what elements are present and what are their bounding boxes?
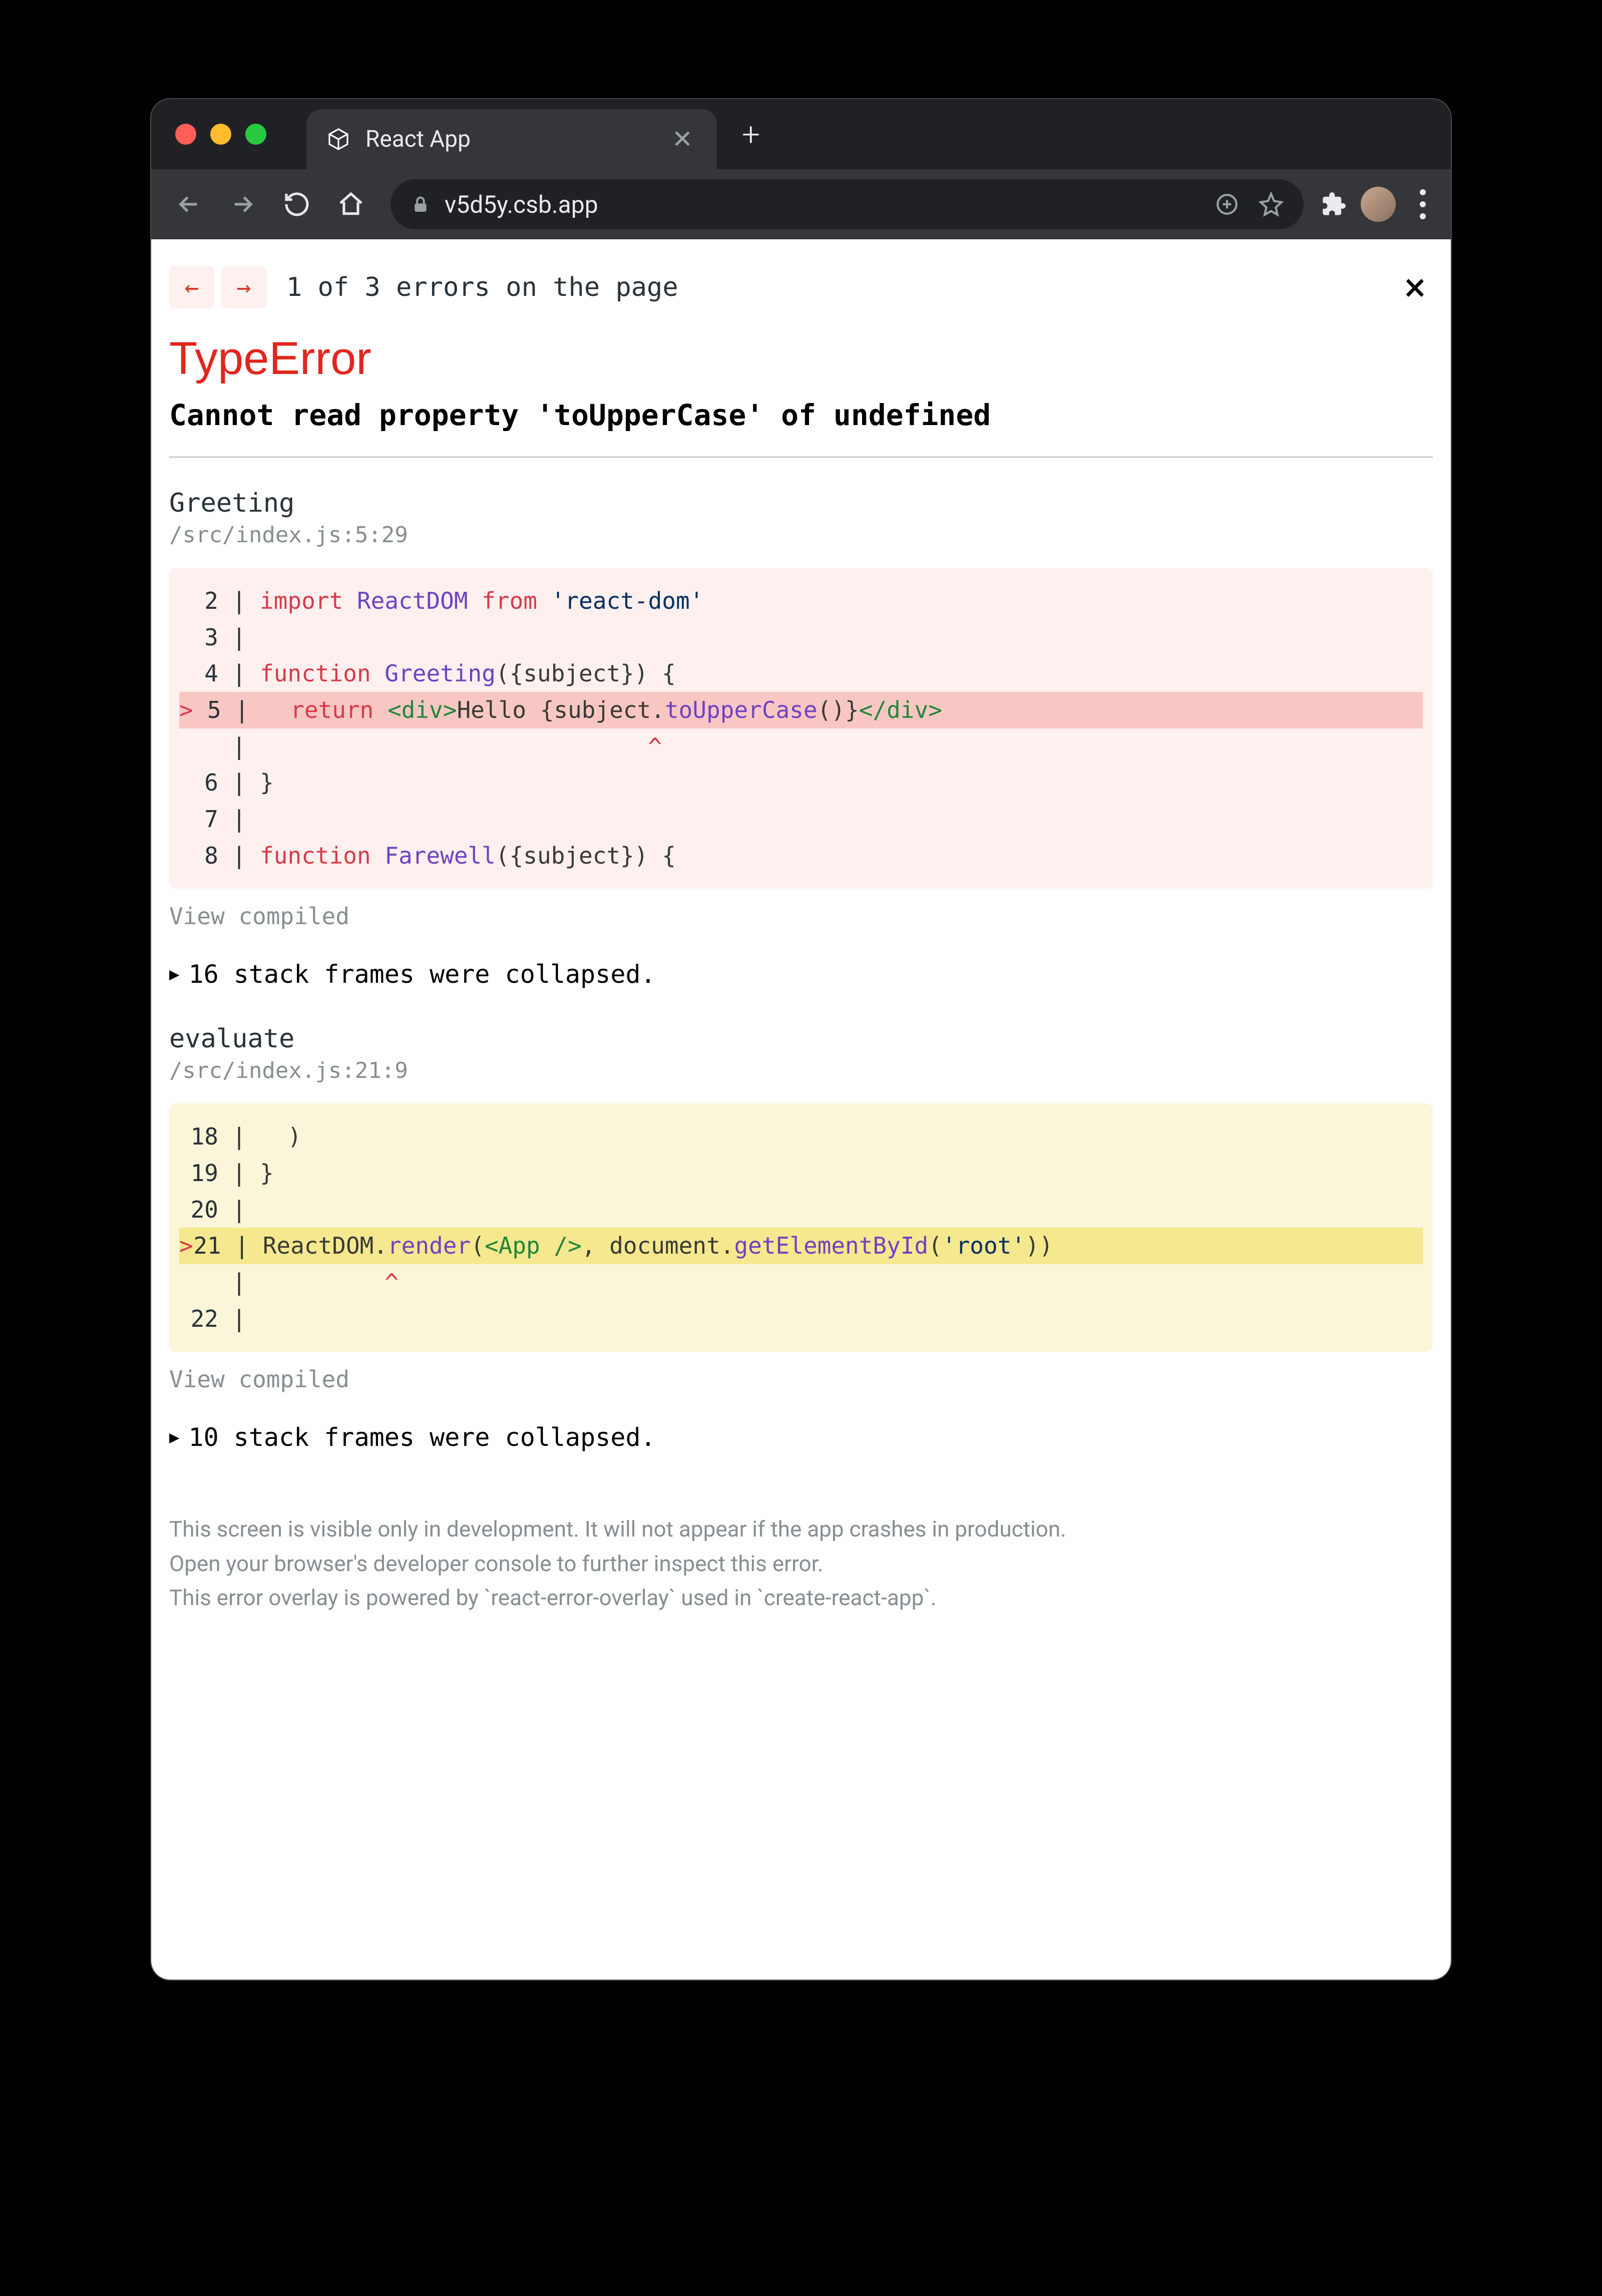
window-zoom-button[interactable] (245, 124, 266, 145)
url-text: v5d5y.csb.app (445, 190, 598, 219)
next-error-button[interactable]: → (221, 266, 266, 308)
frame-function-name: evaluate (169, 1024, 1433, 1054)
code-frame-warning: 18 | ) 19 | } 20 | >21 | ReactDOM.render… (169, 1103, 1433, 1352)
overlay-footer: This screen is visible only in developme… (151, 1487, 1451, 1615)
collapsed-frames-text: 16 stack frames were collapsed. (188, 960, 655, 989)
back-button[interactable] (166, 182, 211, 227)
error-overlay-header: ← → 1 of 3 errors on the page × (151, 239, 1451, 317)
titlebar: React App ✕ + (151, 99, 1451, 169)
lock-icon (411, 194, 431, 214)
collapsed-frames-toggle[interactable]: ▶ 16 stack frames were collapsed. (169, 960, 1433, 989)
footer-line: This screen is visible only in developme… (169, 1512, 1433, 1546)
profile-avatar[interactable] (1361, 187, 1396, 222)
frame-function-name: Greeting (169, 488, 1433, 518)
home-button[interactable] (328, 182, 373, 227)
collapsed-frames-toggle[interactable]: ▶ 10 stack frames were collapsed. (169, 1423, 1433, 1452)
window-minimize-button[interactable] (210, 124, 231, 145)
traffic-lights (175, 124, 266, 145)
close-overlay-button[interactable]: × (1397, 257, 1433, 317)
stack-frame: evaluate /src/index.js:21:9 18 | ) 19 | … (169, 1024, 1433, 1393)
browser-menu-button[interactable] (1410, 189, 1436, 219)
triangle-right-icon: ▶ (169, 964, 179, 984)
window-close-button[interactable] (175, 124, 196, 145)
reload-button[interactable] (274, 182, 319, 227)
zoom-icon[interactable] (1215, 192, 1240, 217)
frame-location: /src/index.js:5:29 (169, 522, 1433, 548)
frame-location: /src/index.js:21:9 (169, 1058, 1433, 1083)
stack-frame: Greeting /src/index.js:5:29 2 | import R… (169, 488, 1433, 930)
star-icon[interactable] (1259, 192, 1284, 217)
footer-line: Open your browser's developer console to… (169, 1547, 1433, 1581)
page-viewport: ← → 1 of 3 errors on the page × TypeErro… (151, 239, 1451, 1980)
address-bar[interactable]: v5d5y.csb.app (390, 179, 1304, 229)
error-counter: 1 of 3 errors on the page (286, 272, 678, 302)
triangle-right-icon: ▶ (169, 1427, 179, 1447)
error-message: Cannot read property 'toUpperCase' of un… (169, 398, 1433, 458)
tab-title: React App (365, 126, 653, 153)
browser-tab[interactable]: React App ✕ (306, 109, 717, 169)
prev-error-button[interactable]: ← (169, 266, 214, 308)
new-tab-button[interactable]: + (742, 116, 760, 153)
code-frame-error: 2 | import ReactDOM from 'react-dom' 3 |… (169, 568, 1433, 889)
tab-close-icon[interactable]: ✕ (668, 125, 697, 154)
toolbar: v5d5y.csb.app (151, 169, 1451, 239)
view-compiled-link[interactable]: View compiled (169, 1366, 1433, 1393)
footer-line: This error overlay is powered by `react-… (169, 1581, 1433, 1615)
forward-button[interactable] (220, 182, 265, 227)
error-type: TypeError (169, 332, 1433, 385)
browser-window: React App ✕ + v5d5y.csb.app (150, 98, 1452, 1981)
view-compiled-link[interactable]: View compiled (169, 903, 1433, 930)
favicon-icon (326, 127, 350, 151)
collapsed-frames-text: 10 stack frames were collapsed. (188, 1423, 655, 1452)
extensions-icon[interactable] (1321, 191, 1347, 217)
